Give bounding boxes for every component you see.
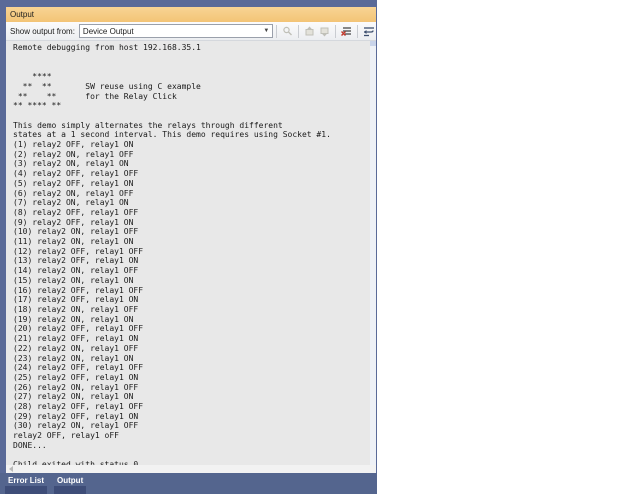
word-wrap-button[interactable]	[361, 24, 376, 39]
horizontal-scrollbar[interactable]	[6, 465, 376, 473]
chevron-down-icon[interactable]: ▼	[263, 28, 269, 34]
tab-error-list[interactable]: Error List	[5, 473, 48, 494]
tab-label: Error List	[8, 476, 45, 485]
bottom-tab-strip: Error List Output	[0, 473, 377, 494]
scroll-up-icon[interactable]	[370, 41, 376, 46]
next-message-icon	[319, 26, 330, 37]
previous-message-icon	[304, 26, 315, 37]
toolbar-separator	[276, 24, 278, 38]
panel-title: Output	[10, 10, 35, 19]
toolbar-separator	[357, 24, 359, 38]
combobox-value: Device Output	[82, 26, 134, 36]
word-wrap-icon	[363, 26, 375, 37]
scroll-left-icon[interactable]	[9, 466, 13, 472]
output-toolbar: Show output from: Device Output ▼	[6, 22, 376, 41]
show-output-from-combobox[interactable]: Device Output ▼	[78, 24, 274, 38]
output-tool-window: Output Show output from: Device Output ▼	[0, 0, 377, 494]
previous-message-button[interactable]	[302, 24, 317, 39]
tab-output[interactable]: Output	[54, 473, 87, 494]
vertical-scrollbar[interactable]	[370, 41, 376, 465]
clear-all-button[interactable]	[339, 24, 354, 39]
toolbar-separator	[298, 24, 300, 38]
find-message-button[interactable]	[280, 24, 295, 39]
show-output-from-label: Show output from:	[10, 26, 75, 36]
console-text: Remote debugging from host 192.168.35.1 …	[13, 43, 331, 465]
output-window-title-bar[interactable]: Output	[6, 7, 376, 22]
output-console[interactable]: Remote debugging from host 192.168.35.1 …	[6, 41, 376, 465]
toolbar-separator	[335, 24, 337, 38]
tab-label: Output	[57, 476, 84, 485]
clear-all-icon	[341, 26, 352, 37]
next-message-button[interactable]	[317, 24, 332, 39]
find-message-icon	[282, 26, 293, 37]
